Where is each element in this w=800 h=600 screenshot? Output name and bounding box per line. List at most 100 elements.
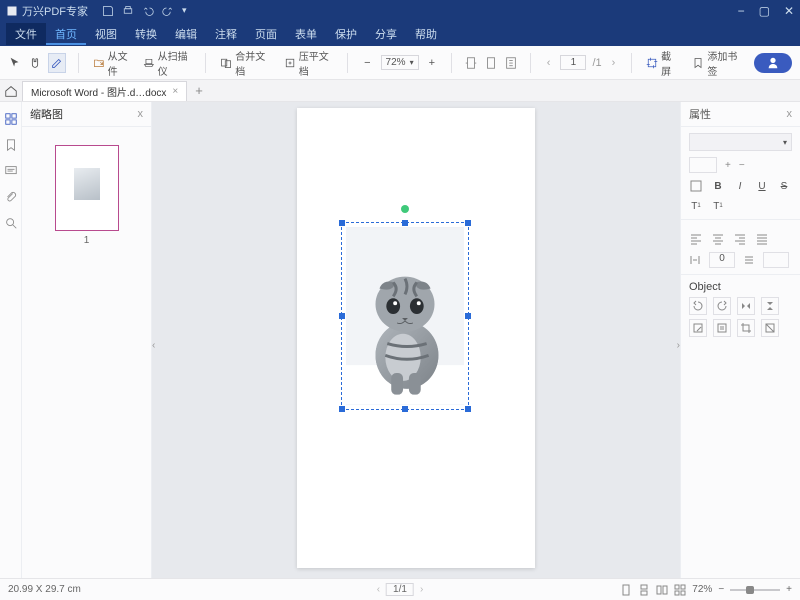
document-page[interactable] (297, 108, 535, 568)
align-left-button[interactable] (689, 232, 703, 246)
maximize-button[interactable]: ▢ (759, 4, 770, 18)
continuous-view-icon[interactable] (638, 584, 650, 596)
menu-share[interactable]: 分享 (366, 23, 406, 45)
zoom-slider-knob[interactable] (746, 586, 754, 594)
zoom-value-dropdown[interactable]: 72% ▾ (381, 55, 419, 70)
print-icon[interactable] (122, 5, 134, 17)
font-family-dropdown[interactable]: ▾ (689, 133, 792, 151)
thumbnails-close-button[interactable]: x (138, 108, 144, 120)
edit-tool[interactable] (48, 53, 66, 73)
bookmark-button[interactable]: 添加书签 (690, 45, 744, 81)
zoom-slider[interactable] (730, 589, 780, 591)
thumbnails-icon[interactable] (4, 112, 18, 126)
crop-image-button[interactable] (737, 319, 755, 337)
bookmarks-icon[interactable] (4, 138, 18, 152)
home-icon[interactable] (4, 84, 18, 98)
line-spacing-input[interactable] (763, 252, 789, 268)
rotate-left-button[interactable] (689, 297, 707, 315)
border-toggle[interactable] (689, 179, 703, 193)
actual-size-icon[interactable] (504, 56, 518, 70)
single-page-view-icon[interactable] (620, 584, 632, 596)
comments-icon[interactable] (4, 164, 18, 178)
compress-button[interactable]: 压平文档 (282, 45, 336, 81)
thumbnail-page-1[interactable] (55, 145, 119, 231)
menu-view[interactable]: 视图 (86, 23, 126, 45)
two-page-continuous-icon[interactable] (674, 584, 686, 596)
placed-image[interactable] (346, 227, 464, 405)
superscript-button[interactable]: T1 (689, 199, 703, 213)
menu-comment[interactable]: 注释 (206, 23, 246, 45)
status-page-next[interactable]: › (420, 584, 423, 595)
opacity-button[interactable] (761, 319, 779, 337)
menu-file[interactable]: 文件 (6, 23, 46, 45)
attachments-icon[interactable] (4, 190, 18, 204)
menu-home[interactable]: 首页 (46, 23, 86, 45)
page-number-input[interactable]: 1 (560, 55, 586, 70)
status-zoom-in[interactable]: + (786, 584, 792, 595)
close-button[interactable]: ✕ (784, 4, 794, 18)
status-zoom-out[interactable]: − (718, 584, 724, 595)
status-page-display[interactable]: 1/1 (386, 583, 414, 596)
from-file-button[interactable]: 从文件 (91, 45, 135, 81)
menu-help[interactable]: 帮助 (406, 23, 446, 45)
redo-icon[interactable] (162, 5, 174, 17)
document-canvas[interactable]: ‹ › (152, 102, 680, 578)
font-size-increase[interactable]: + (725, 160, 731, 171)
font-size-decrease[interactable]: − (739, 160, 745, 171)
two-page-view-icon[interactable] (656, 584, 668, 596)
resize-handle-ne[interactable] (465, 220, 471, 226)
menu-form[interactable]: 表单 (286, 23, 326, 45)
replace-image-button[interactable] (713, 319, 731, 337)
italic-button[interactable]: I (733, 179, 747, 193)
menu-edit[interactable]: 编辑 (166, 23, 206, 45)
resize-handle-e[interactable] (465, 313, 471, 319)
resize-handle-w[interactable] (339, 313, 345, 319)
zoom-out-button[interactable]: − (360, 57, 374, 69)
collapse-right-button[interactable]: › (677, 340, 680, 351)
hand-icon[interactable] (28, 56, 42, 70)
resize-handle-n[interactable] (402, 220, 408, 226)
resize-handle-se[interactable] (465, 406, 471, 412)
crop-button[interactable]: 截屏 (644, 45, 680, 81)
minimize-button[interactable]: − (738, 4, 745, 18)
align-center-button[interactable] (711, 232, 725, 246)
font-size-input[interactable] (689, 157, 717, 173)
search-panel-icon[interactable] (4, 216, 18, 230)
rotation-handle[interactable] (401, 205, 409, 213)
resize-handle-sw[interactable] (339, 406, 345, 412)
align-right-button[interactable] (733, 232, 747, 246)
status-page-prev[interactable]: ‹ (377, 584, 380, 595)
flip-vertical-button[interactable] (761, 297, 779, 315)
rotate-right-button[interactable] (713, 297, 731, 315)
fit-page-icon[interactable] (484, 56, 498, 70)
undo-icon[interactable] (142, 5, 154, 17)
tab-close-button[interactable]: × (172, 86, 178, 97)
resize-handle-s[interactable] (402, 406, 408, 412)
align-justify-button[interactable] (755, 232, 769, 246)
merge-button[interactable]: 合并文档 (218, 45, 272, 81)
collapse-left-button[interactable]: ‹ (152, 340, 155, 351)
flip-horizontal-button[interactable] (737, 297, 755, 315)
add-tab-button[interactable]: + (191, 83, 207, 98)
fit-width-icon[interactable] (464, 56, 478, 70)
underline-button[interactable]: U (755, 179, 769, 193)
resize-handle-nw[interactable] (339, 220, 345, 226)
pointer-icon[interactable] (8, 56, 22, 70)
zoom-in-button[interactable]: + (425, 57, 439, 69)
menu-protect[interactable]: 保护 (326, 23, 366, 45)
page-prev-button[interactable]: ‹ (543, 57, 555, 69)
image-selection-box[interactable] (341, 222, 469, 410)
strikethrough-button[interactable]: S (777, 179, 791, 193)
from-scanner-button[interactable]: 从扫描仪 (141, 45, 194, 81)
save-icon[interactable] (102, 5, 114, 17)
menu-convert[interactable]: 转换 (126, 23, 166, 45)
page-next-button[interactable]: › (608, 57, 620, 69)
qat-dropdown-icon[interactable]: ▾ (182, 5, 187, 17)
menu-page[interactable]: 页面 (246, 23, 286, 45)
subscript-button[interactable]: T1 (711, 199, 725, 213)
char-spacing-input[interactable]: 0 (709, 252, 735, 268)
bold-button[interactable]: B (711, 179, 725, 193)
user-button[interactable] (754, 53, 792, 73)
extract-image-button[interactable] (689, 319, 707, 337)
properties-close-button[interactable]: x (787, 108, 793, 120)
